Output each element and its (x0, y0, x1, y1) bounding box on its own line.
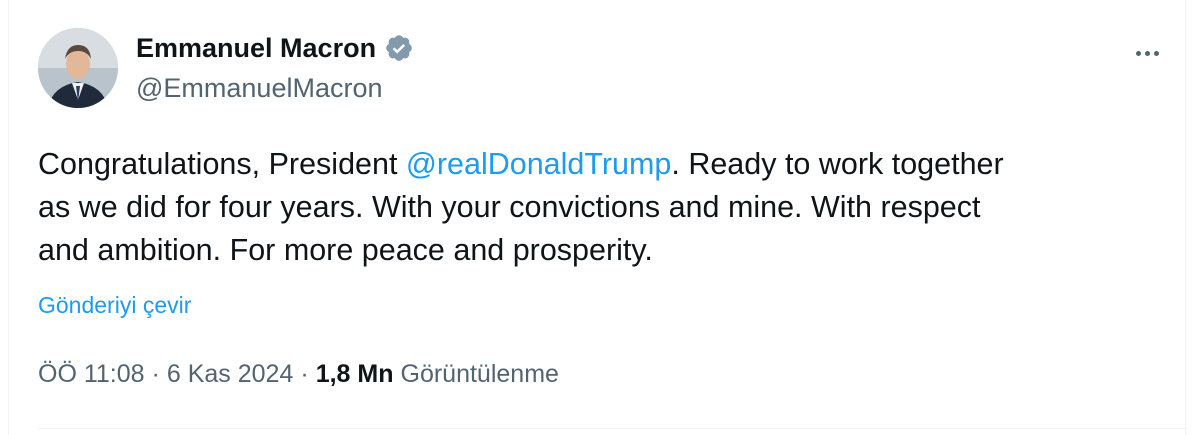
author-handle[interactable]: @EmmanuelMacron (136, 72, 383, 104)
more-options-icon (1144, 50, 1150, 56)
divider (38, 428, 1187, 429)
verified-badge-icon[interactable] (384, 33, 414, 63)
meta-separator: · (151, 360, 160, 388)
more-options-icon (1153, 50, 1159, 56)
author-name[interactable]: Emmanuel Macron (136, 32, 376, 64)
tweet-text: Congratulations, President @realDonaldTr… (38, 143, 1158, 272)
tweet-text-start: Congratulations, President (38, 147, 406, 181)
meta-separator: · (300, 360, 309, 388)
views-label: Görüntülenme (400, 360, 559, 388)
translate-post-link[interactable]: Gönderiyi çevir (38, 290, 191, 320)
more-options-icon (1135, 50, 1141, 56)
author-name-row: Emmanuel Macron (136, 32, 414, 64)
more-options-button[interactable] (1127, 38, 1167, 68)
tweet-meta: ÖÖ 11:08 · 6 Kas 2024 · 1,8 Mn Görüntüle… (38, 358, 559, 390)
author-avatar[interactable] (38, 28, 118, 108)
views-count: 1,8 Mn (315, 360, 394, 388)
mention-link[interactable]: @realDonaldTrump (406, 147, 671, 181)
tweet-time[interactable]: ÖÖ 11:08 (38, 358, 145, 390)
tweet-date[interactable]: 6 Kas 2024 (167, 358, 294, 390)
